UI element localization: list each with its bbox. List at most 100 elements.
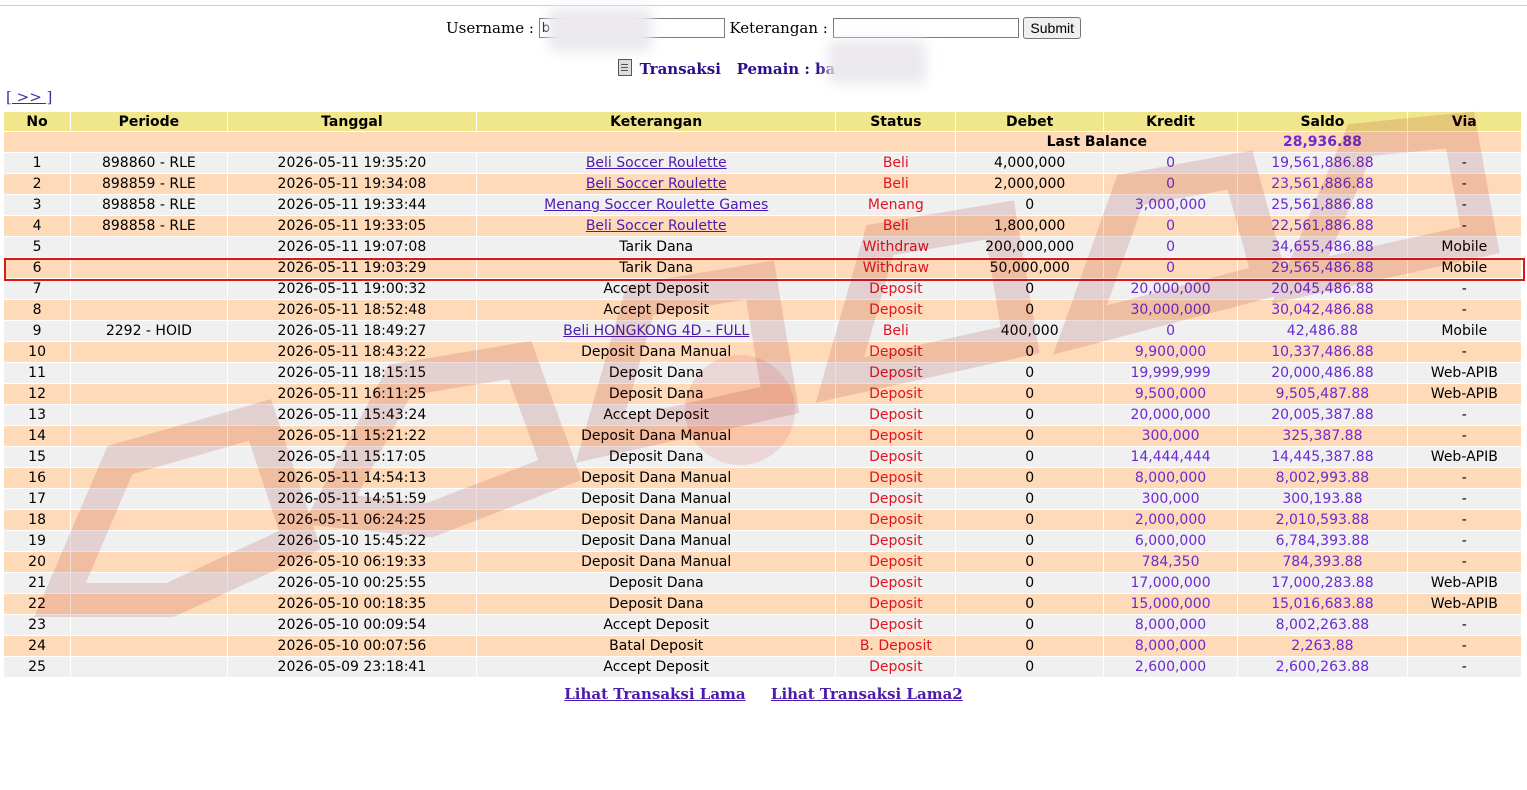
cell-keterangan: Deposit Dana — [477, 363, 836, 383]
cell-periode: 2292 - HOID — [71, 321, 227, 341]
table-row: 5 2026-05-11 19:07:08 Tarik Dana Withdraw 20… — [4, 237, 1521, 257]
cell-debet: 2,000,000 — [956, 174, 1103, 194]
cell-kredit: 0 — [1103, 216, 1238, 236]
cell-debet: 0 — [956, 468, 1103, 488]
cell-status: Deposit — [836, 615, 956, 635]
cell-keterangan: Beli Soccer Roulette — [477, 174, 836, 194]
table-row: 12 2026-05-11 16:11:25 Deposit Dana Deposit… — [4, 384, 1521, 404]
cell-kredit: 0 — [1103, 174, 1238, 194]
cell-periode: 898860 - RLE — [71, 153, 227, 173]
cell-periode — [71, 531, 227, 551]
cell-tanggal: 2026-05-11 16:11:25 — [227, 384, 477, 404]
cell-saldo: 325,387.88 — [1238, 426, 1407, 446]
col-saldo: Saldo — [1238, 112, 1407, 131]
cell-keterangan: Deposit Dana Manual — [477, 531, 836, 551]
last-balance-label: Last Balance — [956, 132, 1238, 152]
cell-saldo: 20,005,387.88 — [1238, 405, 1407, 425]
cell-status: Deposit — [836, 426, 956, 446]
cell-saldo: 42,486.88 — [1238, 321, 1407, 341]
old-transactions2-link[interactable]: Lihat Transaksi Lama2 — [771, 685, 963, 703]
cell-via: Web-APIB — [1407, 447, 1521, 467]
cell-keterangan: Accept Deposit — [477, 615, 836, 635]
transaction-table: No Periode Tanggal Keterangan Status Deb… — [3, 111, 1522, 678]
cell-keterangan: Deposit Dana Manual — [477, 342, 836, 362]
submit-button[interactable]: Submit — [1023, 17, 1081, 39]
transaction-detail-link[interactable]: Beli Soccer Roulette — [586, 176, 727, 192]
cell-keterangan: Deposit Dana Manual — [477, 426, 836, 446]
transaction-detail-link[interactable]: Menang Soccer Roulette Games — [544, 197, 768, 213]
cell-periode — [71, 447, 227, 467]
cell-status: Deposit — [836, 594, 956, 614]
cell-tanggal: 2026-05-11 18:49:27 — [227, 321, 477, 341]
cell-kredit: 20,000,000 — [1103, 405, 1238, 425]
cell-saldo: 30,042,486.88 — [1238, 300, 1407, 320]
table-row: 22 2026-05-10 00:18:35 Deposit Dana Deposit… — [4, 594, 1521, 614]
keterangan-input[interactable] — [832, 18, 1019, 38]
cell-debet: 0 — [956, 573, 1103, 593]
cell-tanggal: 2026-05-11 15:21:22 — [227, 426, 477, 446]
cell-no: 4 — [4, 216, 71, 236]
table-row: 8 2026-05-11 18:52:48 Accept Deposit Deposi… — [4, 300, 1521, 320]
cell-tanggal: 2026-05-09 23:18:41 — [227, 657, 477, 677]
cell-no: 11 — [4, 363, 71, 383]
cell-no: 22 — [4, 594, 71, 614]
cell-periode — [71, 384, 227, 404]
cell-saldo: 8,002,263.88 — [1238, 615, 1407, 635]
cell-status: Deposit — [836, 531, 956, 551]
cell-saldo: 34,655,486.88 — [1238, 237, 1407, 257]
cell-periode — [71, 573, 227, 593]
col-no: No — [4, 112, 71, 131]
cell-kredit: 0 — [1103, 321, 1238, 341]
cell-periode — [71, 615, 227, 635]
cell-periode — [71, 363, 227, 383]
transaction-detail-link[interactable]: Beli HONGKONG 4D - FULL — [563, 323, 749, 339]
cell-tanggal: 2026-05-10 00:07:56 — [227, 636, 477, 656]
cell-debet: 0 — [956, 363, 1103, 383]
cell-via: - — [1407, 279, 1521, 299]
cell-kredit: 3,000,000 — [1103, 195, 1238, 215]
cell-status: B. Deposit — [836, 636, 956, 656]
cell-status: Beli — [836, 153, 956, 173]
cell-via: Web-APIB — [1407, 594, 1521, 614]
transaction-detail-link[interactable]: Beli Soccer Roulette — [586, 155, 727, 171]
cell-keterangan: Deposit Dana Manual — [477, 510, 836, 530]
cell-tanggal: 2026-05-11 06:24:25 — [227, 510, 477, 530]
cell-no: 15 — [4, 447, 71, 467]
cell-kredit: 8,000,000 — [1103, 615, 1238, 635]
cell-keterangan: Deposit Dana — [477, 447, 836, 467]
cell-saldo: 29,565,486.88 — [1238, 258, 1407, 278]
cell-tanggal: 2026-05-11 14:51:59 — [227, 489, 477, 509]
cell-saldo: 10,337,486.88 — [1238, 342, 1407, 362]
cell-keterangan: Beli Soccer Roulette — [477, 216, 836, 236]
cell-saldo: 20,000,486.88 — [1238, 363, 1407, 383]
cell-via: Web-APIB — [1407, 573, 1521, 593]
title-pemain: Pemain : ba — [736, 60, 836, 78]
cell-kredit: 14,444,444 — [1103, 447, 1238, 467]
cell-tanggal: 2026-05-11 19:07:08 — [227, 237, 477, 257]
cell-kredit: 30,000,000 — [1103, 300, 1238, 320]
table-row: 4 898858 - RLE 2026-05-11 19:33:05 Beli Soc… — [4, 216, 1521, 236]
cell-keterangan: Beli Soccer Roulette — [477, 153, 836, 173]
cell-periode — [71, 552, 227, 572]
cell-tanggal: 2026-05-11 15:43:24 — [227, 405, 477, 425]
cell-debet: 0 — [956, 510, 1103, 530]
col-tanggal: Tanggal — [227, 112, 477, 131]
cell-saldo: 9,505,487.88 — [1238, 384, 1407, 404]
transaction-detail-link[interactable]: Beli Soccer Roulette — [586, 218, 727, 234]
old-transactions-link[interactable]: Lihat Transaksi Lama — [564, 685, 745, 703]
cell-no: 25 — [4, 657, 71, 677]
cell-no: 21 — [4, 573, 71, 593]
last-balance-value: 28,936.88 — [1238, 132, 1407, 152]
cell-kredit: 2,600,000 — [1103, 657, 1238, 677]
cell-saldo: 20,045,486.88 — [1238, 279, 1407, 299]
next-page-link[interactable]: [ >> ] — [6, 88, 52, 106]
cell-debet: 0 — [956, 279, 1103, 299]
table-row: 23 2026-05-10 00:09:54 Accept Deposit Depos… — [4, 615, 1521, 635]
cell-via: - — [1407, 195, 1521, 215]
cell-via: - — [1407, 174, 1521, 194]
cell-kredit: 15,000,000 — [1103, 594, 1238, 614]
cell-debet: 400,000 — [956, 321, 1103, 341]
cell-tanggal: 2026-05-10 06:19:33 — [227, 552, 477, 572]
table-row: 20 2026-05-10 06:19:33 Deposit Dana Manual… — [4, 552, 1521, 572]
cell-status: Deposit — [836, 489, 956, 509]
